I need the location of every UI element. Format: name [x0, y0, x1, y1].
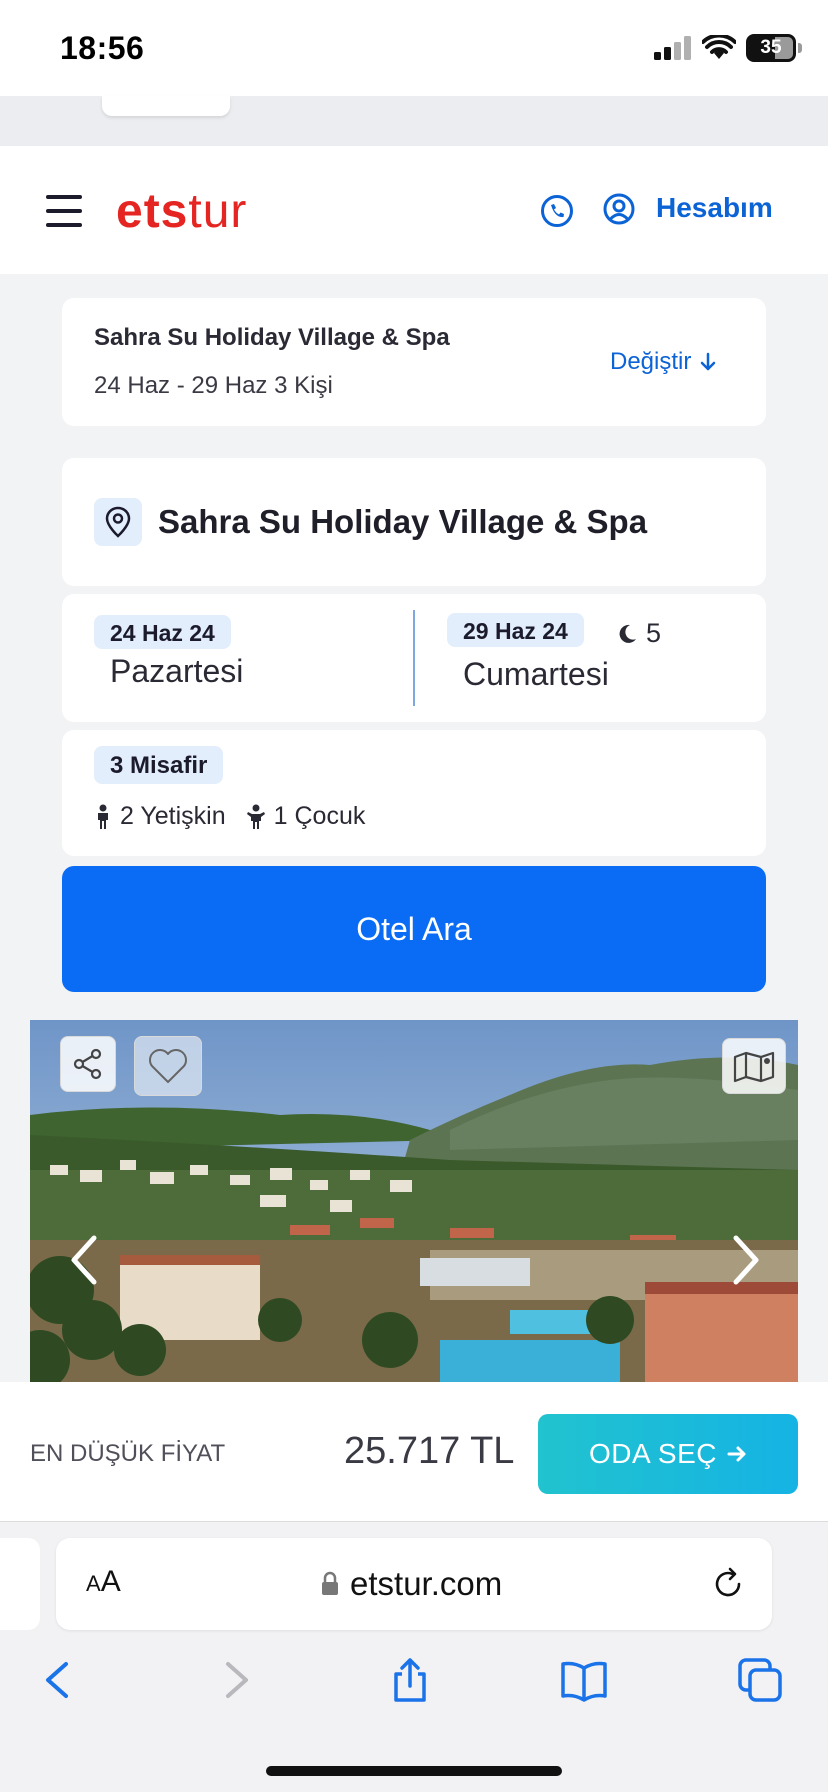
battery-level: 35 [760, 37, 782, 58]
date-divider [413, 610, 415, 706]
arrow-down-icon [701, 352, 716, 371]
change-label: Değiştir [610, 348, 692, 375]
account-link[interactable]: Hesabım [656, 192, 773, 224]
battery-icon: 35 [746, 34, 802, 62]
menu-icon[interactable] [46, 195, 82, 227]
adult-icon [98, 804, 108, 829]
phone-icon[interactable] [540, 194, 574, 228]
tabs-icon[interactable] [736, 1656, 784, 1704]
bookmarks-icon[interactable] [560, 1656, 608, 1704]
cellular-signal-icon [654, 36, 691, 60]
map-icon [733, 1051, 775, 1083]
checkout-date-chip[interactable]: 29 Haz 24 [447, 613, 584, 647]
forward-icon[interactable] [212, 1656, 260, 1704]
guest-count-chip[interactable]: 3 Misafir [94, 746, 224, 784]
child-icon [246, 804, 265, 829]
location-value: Sahra Su Holiday Village & Spa [158, 503, 648, 540]
moon-icon [619, 624, 636, 643]
guest-breakdown: 2 Yetişkin 1 Çocuk [94, 802, 365, 831]
photo-next-arrow-icon[interactable] [726, 1232, 766, 1288]
url-display[interactable]: etstur.com [320, 1565, 502, 1603]
photo-prev-arrow-icon[interactable] [64, 1232, 104, 1288]
logo-bold: ets [116, 185, 189, 238]
logo-light: tur [188, 185, 248, 238]
favorite-button[interactable] [134, 1036, 202, 1096]
status-icons: 35 [654, 34, 802, 62]
account-icon[interactable] [603, 193, 635, 225]
previous-tab-stub[interactable] [0, 1538, 40, 1630]
nights-value: 5 [646, 618, 662, 648]
home-indicator [266, 1766, 562, 1776]
lowest-price-label: EN DÜŞÜK FİYAT [30, 1440, 226, 1467]
etstur-logo[interactable]: etstur [116, 184, 247, 239]
child-count: 1 Çocuk [273, 802, 366, 830]
share-button[interactable] [60, 1036, 116, 1092]
adult-count: 2 Yetişkin [120, 802, 226, 830]
checkin-day: Pazartesi [110, 653, 244, 689]
lock-icon [322, 1571, 338, 1595]
search-hotel-button[interactable]: Otel Ara [62, 866, 766, 992]
status-time: 18:56 [60, 30, 145, 66]
change-search-button[interactable]: Değiştir [610, 348, 717, 376]
map-button[interactable] [722, 1038, 786, 1094]
select-room-button[interactable]: ODA SEÇ [538, 1414, 798, 1494]
back-icon[interactable] [34, 1656, 82, 1704]
reload-icon[interactable] [710, 1566, 746, 1602]
checkout-day: Cumartesi [463, 656, 609, 692]
select-room-label: ODA SEÇ [589, 1438, 717, 1469]
share-sheet-icon[interactable] [386, 1656, 434, 1704]
checkin-date-chip[interactable]: 24 Haz 24 [94, 615, 231, 649]
summary-dates-guests: 24 Haz - 29 Haz 3 Kişi [94, 372, 333, 399]
previous-page-tab [102, 96, 230, 116]
share-icon [73, 1048, 102, 1080]
summary-hotel-name: Sahra Su Holiday Village & Spa [94, 324, 450, 351]
lowest-price-value: 25.717 TL [344, 1430, 515, 1472]
text-size-button[interactable]: AA [86, 1565, 121, 1599]
night-count: 5 [616, 618, 661, 649]
location-pin-icon [94, 498, 142, 546]
heart-icon [149, 1049, 187, 1083]
url-value: etstur.com [350, 1565, 503, 1602]
wifi-icon [702, 35, 736, 59]
arrow-right-icon [727, 1446, 746, 1462]
